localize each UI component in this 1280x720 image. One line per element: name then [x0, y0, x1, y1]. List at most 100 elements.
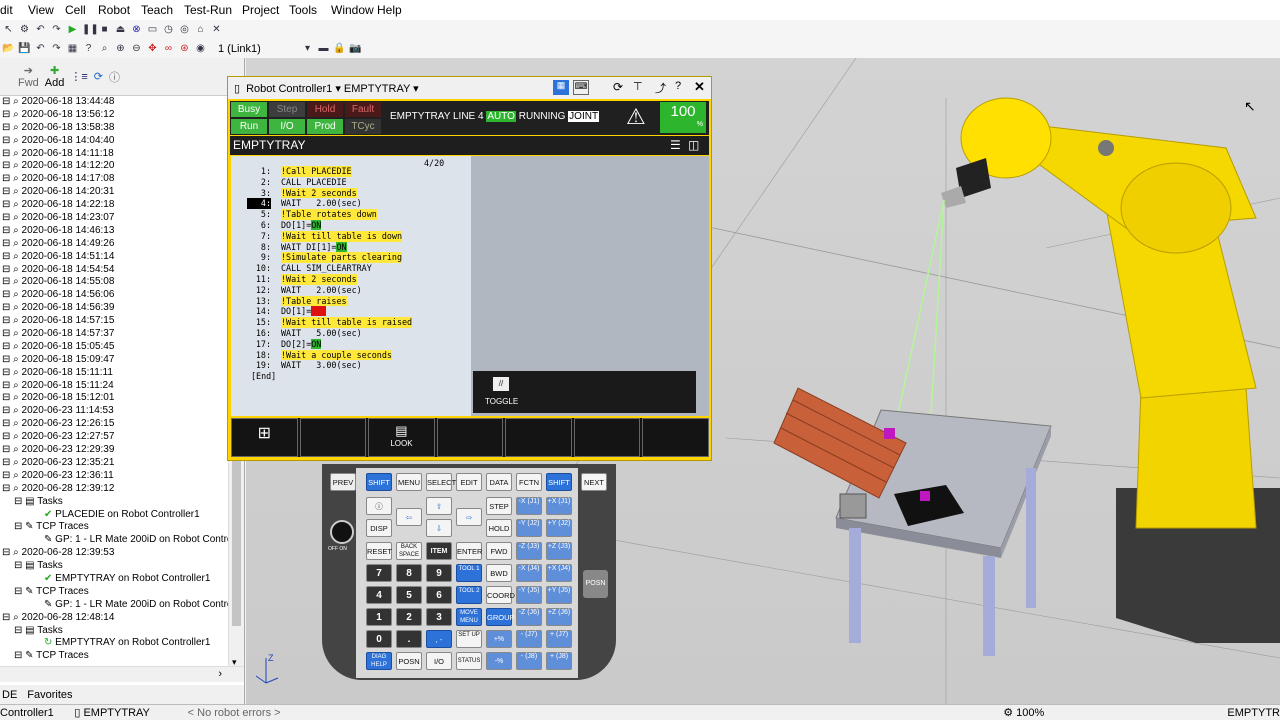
program-line[interactable]: [End]: [251, 371, 276, 382]
tree-row[interactable]: ⊟ ⌕ 2020-06-18 15:09:47: [0, 354, 244, 367]
key-edit[interactable]: EDIT: [456, 473, 482, 491]
tree-row[interactable]: ⊟ ⌕ 2020-06-18 15:12:01: [0, 392, 244, 405]
play-icon[interactable]: ▶: [66, 23, 79, 36]
key-jog-plus-z[interactable]: +Z (J3): [546, 542, 572, 560]
fkey-f5[interactable]: [573, 418, 641, 457]
key-enter[interactable]: ENTER: [456, 542, 482, 560]
tree-row[interactable]: ⊟ ⌕ 2020-06-18 14:17:08: [0, 173, 244, 186]
program-line[interactable]: !Wait till table is down: [281, 230, 403, 242]
key-info[interactable]: ⓘ: [366, 497, 392, 515]
key-up[interactable]: ⇧: [426, 497, 452, 515]
tp-close-icon[interactable]: ✕: [694, 79, 705, 95]
key-jog-plus-y[interactable]: +Y (J2): [546, 519, 572, 537]
key-shift-left[interactable]: SHIFT: [366, 473, 392, 491]
tree-row[interactable]: ⊟ ▤ Tasks: [0, 496, 244, 509]
screenshot-icon[interactable]: 📷: [349, 42, 362, 55]
tree-row[interactable]: ⊟ ⌕ 2020-06-18 14:49:26: [0, 238, 244, 251]
fkey-f6[interactable]: [642, 418, 710, 457]
key-down[interactable]: ⇩: [426, 519, 452, 537]
program-line[interactable]: !Wait a couple seconds: [281, 349, 392, 361]
fkey-f4[interactable]: [505, 418, 572, 457]
key-group[interactable]: GROUP: [486, 608, 515, 626]
line-number[interactable]: 2:: [231, 177, 271, 188]
key-disp[interactable]: DISP: [366, 519, 392, 537]
key-menu[interactable]: MENU: [396, 473, 422, 491]
tree-row[interactable]: ⊟ ⌕ 2020-06-18 14:57:37: [0, 328, 244, 341]
tree-row[interactable]: ✔ EMPTYTRAY on Robot Controller1: [0, 573, 244, 586]
key-shift-right[interactable]: SHIFT: [546, 473, 572, 491]
program-line[interactable]: WAIT DI[1]=ON: [281, 241, 347, 253]
key-jog-minus-y[interactable]: -Y (J2): [516, 519, 542, 537]
line-number[interactable]: 19:: [231, 360, 271, 371]
tree-row[interactable]: ⊟ ⌕ 2020-06-18 14:54:54: [0, 264, 244, 277]
tree-scrollbar-h[interactable]: ›: [0, 666, 244, 682]
tp-keyboard-icon[interactable]: ⌨: [573, 80, 589, 95]
key-6[interactable]: 6: [426, 586, 452, 604]
tree-row[interactable]: ⊟ ⌕ 2020-06-18 14:23:07: [0, 212, 244, 225]
menu-project[interactable]: Project: [242, 3, 289, 17]
select-icon[interactable]: ↖: [2, 23, 15, 36]
key-jog-plus-j8[interactable]: + (J8): [546, 652, 572, 670]
key-backspace[interactable]: BACK SPACE: [396, 542, 422, 560]
fkey-look[interactable]: ▤ LOOK: [368, 418, 435, 457]
tree-row[interactable]: ⊟ ▤ Tasks: [0, 625, 244, 638]
node-icon[interactable]: ⊛: [178, 42, 191, 55]
tp-pin-icon[interactable]: ⊤: [633, 80, 643, 93]
tree-row[interactable]: ⊟ ⌕ 2020-06-23 12:26:15: [0, 418, 244, 431]
tree-row[interactable]: ✎ GP: 1 - LR Mate 200iD on Robot Control: [0, 599, 244, 612]
menu-view[interactable]: View: [28, 3, 65, 17]
menu-teach[interactable]: Teach: [141, 3, 184, 17]
line-number[interactable]: 17:: [231, 339, 271, 350]
menu-help[interactable]: Help: [377, 3, 402, 17]
key-next[interactable]: NEXT: [581, 473, 607, 491]
menu-cell[interactable]: Cell: [65, 3, 98, 17]
posn-side-button[interactable]: POSN: [583, 570, 608, 598]
key-dot[interactable]: .: [396, 630, 422, 648]
key-jog-minus-ry[interactable]: -Y (J5): [516, 586, 542, 604]
line-number[interactable]: 16:: [231, 328, 271, 339]
line-number[interactable]: 1:: [231, 166, 271, 177]
tree-row[interactable]: ⊟ ⌕ 2020-06-18 14:20:31: [0, 186, 244, 199]
eye-icon[interactable]: ◉: [194, 42, 207, 55]
tree-row[interactable]: ⊟ ⌕ 2020-06-18 14:56:06: [0, 289, 244, 302]
split-view-icon[interactable]: ◫: [688, 136, 699, 155]
key-jog-plus-x[interactable]: +X (J1): [546, 497, 572, 515]
key-fwd[interactable]: FWD: [486, 542, 512, 560]
help-icon[interactable]: ?: [82, 42, 95, 55]
tree-row[interactable]: ⊟ ⌕ 2020-06-18 14:04:40: [0, 135, 244, 148]
program-line[interactable]: !Call PLACEDIE: [281, 166, 352, 177]
program-line[interactable]: !Simulate parts clearing: [281, 252, 403, 264]
program-line[interactable]: !Table raises: [281, 295, 347, 307]
tree-row[interactable]: ⊟ ⌕ 2020-06-28 12:39:12: [0, 483, 244, 496]
key-tool1[interactable]: TOOL 1: [456, 564, 482, 582]
key-jog-minus-rx[interactable]: -X (J4): [516, 564, 542, 582]
line-number[interactable]: 10:: [231, 263, 271, 274]
stop-icon[interactable]: ■: [98, 23, 111, 36]
tree-row[interactable]: ⊟ ⌕ 2020-06-23 12:27:57: [0, 431, 244, 444]
key-9[interactable]: 9: [426, 564, 452, 582]
tree-row[interactable]: ⊟ ⌕ 2020-06-18 14:22:18: [0, 199, 244, 212]
fkey-f1[interactable]: [299, 418, 367, 457]
key-bwd[interactable]: BWD: [486, 564, 512, 582]
toggle-button[interactable]: // TOGGLE: [473, 371, 696, 413]
zoom-in-icon[interactable]: ⊕: [114, 42, 127, 55]
program-line[interactable]: CALL SIM_CLEARTRAY: [281, 263, 372, 274]
tree-row[interactable]: ⊟ ⌕ 2020-06-28 12:39:53: [0, 547, 244, 560]
menu-test-run[interactable]: Test-Run: [184, 3, 242, 17]
tree-row[interactable]: ⊟ ⌕ 2020-06-23 11:14:53: [0, 405, 244, 418]
tree-row[interactable]: ⊟ ⌕ 2020-06-23 12:29:39: [0, 444, 244, 457]
fkey-menu[interactable]: ⊞: [231, 418, 298, 457]
key-posn[interactable]: POSN: [396, 652, 422, 670]
tree-row[interactable]: ⊟ ⌕ 2020-06-18 14:11:18: [0, 148, 244, 161]
program-line[interactable]: WAIT 2.00(sec): [281, 198, 362, 209]
line-number[interactable]: 3:: [231, 188, 271, 199]
tree-row[interactable]: ⊟ ⌕ 2020-06-28 12:48:14: [0, 612, 244, 625]
tree-row[interactable]: ⊟ ⌕ 2020-06-18 14:46:13: [0, 225, 244, 238]
save-icon[interactable]: 💾: [18, 42, 31, 55]
key-8[interactable]: 8: [396, 564, 422, 582]
line-number[interactable]: 6:: [231, 220, 271, 231]
line-number[interactable]: 13:: [231, 296, 271, 307]
tree-view-icon[interactable]: ⋮≡: [70, 70, 87, 83]
key-diag-help[interactable]: DIAG HELP: [366, 652, 392, 670]
lock-icon[interactable]: 🔒: [333, 42, 346, 55]
